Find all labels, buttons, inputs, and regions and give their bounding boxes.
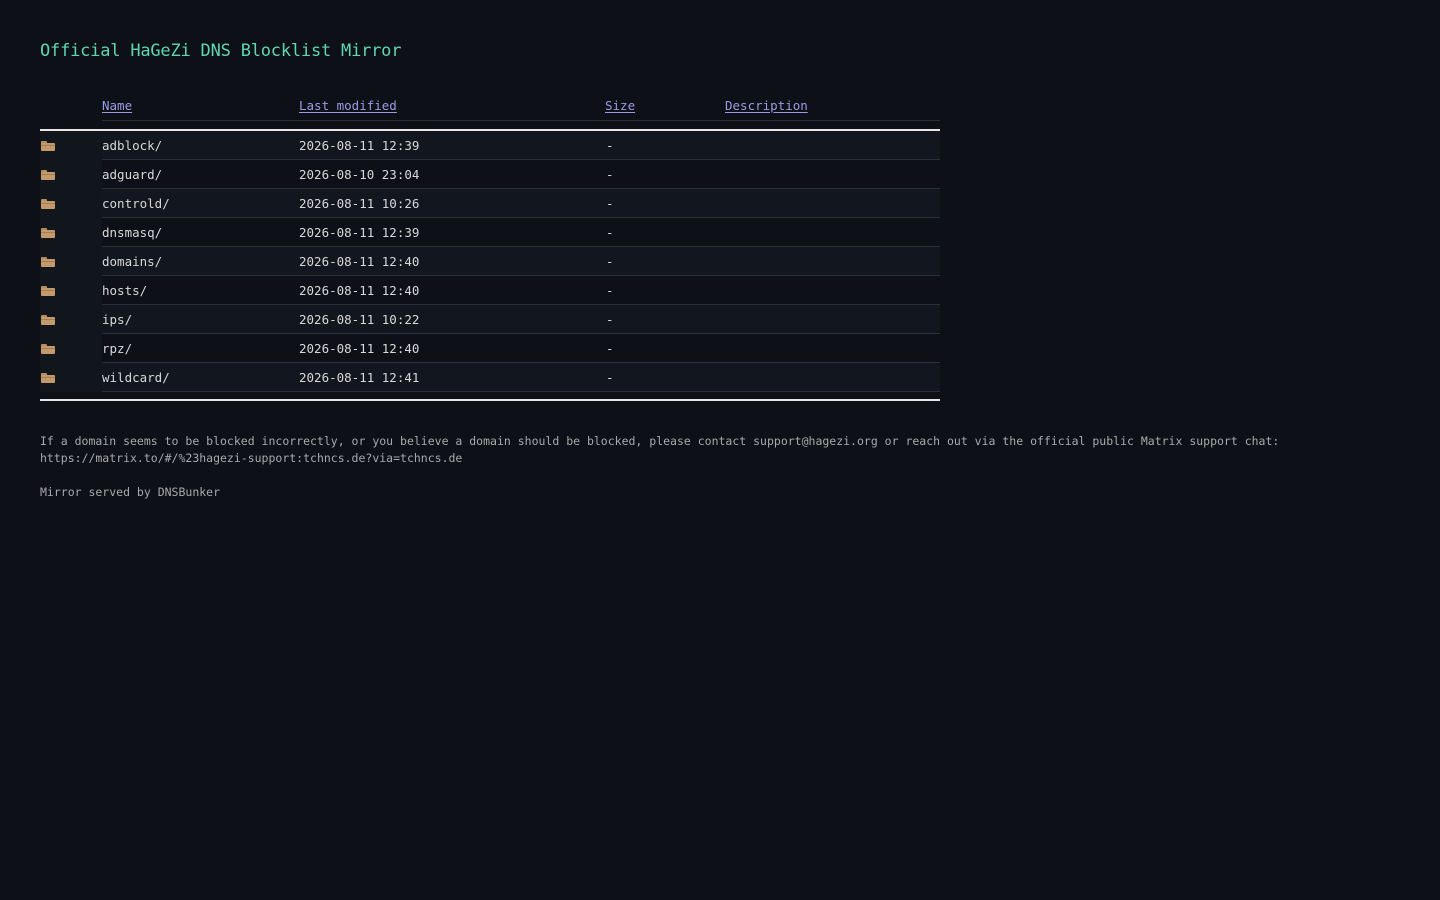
folder-icon[interactable]: [41, 141, 55, 152]
row-size: -: [605, 362, 725, 392]
row-name-cell: adguard/: [102, 159, 299, 189]
row-description: [725, 333, 940, 363]
row-size: -: [605, 130, 725, 160]
table-row: controld/2026-08-11 10:26-: [40, 188, 940, 218]
row-description: [725, 188, 940, 218]
row-last-modified: 2026-08-11 12:41: [299, 362, 605, 392]
sort-by-size-link[interactable]: Size: [605, 98, 635, 113]
header-icon-column: [40, 90, 102, 121]
row-last-modified: 2026-08-11 10:26: [299, 188, 605, 218]
footer-notes: If a domain seems to be blocked incorrec…: [40, 433, 1320, 501]
directory-name-link[interactable]: hosts/: [102, 283, 147, 298]
directory-name-link[interactable]: domains/: [102, 254, 162, 269]
page-wrapper: Official HaGeZi DNS Blocklist Mirror Nam…: [40, 38, 1400, 501]
table-row: rpz/2026-08-11 12:40-: [40, 333, 940, 363]
row-description: [725, 130, 940, 160]
row-last-modified: 2026-08-11 10:22: [299, 304, 605, 334]
sort-by-name-link[interactable]: Name: [102, 98, 132, 113]
table-row: ips/2026-08-11 10:22-: [40, 304, 940, 334]
row-size: -: [605, 246, 725, 276]
folder-icon[interactable]: [41, 315, 55, 325]
row-icon-cell: [40, 188, 102, 218]
folder-icon[interactable]: [41, 286, 55, 296]
directory-name-link[interactable]: rpz/: [102, 341, 132, 356]
row-name-cell: ips/: [102, 304, 299, 334]
header-name: Name: [102, 90, 299, 121]
folder-icon[interactable]: [41, 228, 55, 238]
page-title: Official HaGeZi DNS Blocklist Mirror: [40, 41, 402, 61]
table-row: adblock/2026-08-11 12:39-: [40, 130, 940, 160]
row-name-cell: adblock/: [102, 130, 299, 160]
header-description: Description: [725, 90, 940, 121]
row-name-cell: wildcard/: [102, 362, 299, 392]
row-size: -: [605, 333, 725, 363]
row-name-cell: dnsmasq/: [102, 217, 299, 247]
row-icon-cell: [40, 217, 102, 247]
header-size: Size: [605, 90, 725, 121]
row-size: -: [605, 159, 725, 189]
row-size: -: [605, 217, 725, 247]
row-name-cell: hosts/: [102, 275, 299, 305]
row-description: [725, 159, 940, 189]
folder-icon[interactable]: [41, 373, 55, 383]
row-last-modified: 2026-08-11 12:40: [299, 246, 605, 276]
row-last-modified: 2026-08-10 23:04: [299, 159, 605, 189]
row-size: -: [605, 188, 725, 218]
row-description: [725, 275, 940, 305]
row-icon-cell: [40, 130, 102, 160]
contact-notice: If a domain seems to be blocked incorrec…: [40, 434, 1280, 465]
table-row: dnsmasq/2026-08-11 12:39-: [40, 217, 940, 247]
directory-listing-table: Name Last modified Size Description adbl…: [40, 90, 940, 401]
row-size: -: [605, 275, 725, 305]
row-icon-cell: [40, 246, 102, 276]
row-description: [725, 217, 940, 247]
directory-name-link[interactable]: dnsmasq/: [102, 225, 162, 240]
header-last-modified: Last modified: [299, 90, 605, 121]
table-row: adguard/2026-08-10 23:04-: [40, 159, 940, 189]
row-description: [725, 304, 940, 334]
folder-icon[interactable]: [41, 170, 55, 180]
row-last-modified: 2026-08-11 12:40: [299, 275, 605, 305]
header-separator: [40, 120, 940, 131]
folder-icon[interactable]: [41, 257, 55, 267]
row-name-cell: rpz/: [102, 333, 299, 363]
folder-icon[interactable]: [41, 344, 55, 354]
row-icon-cell: [40, 362, 102, 392]
row-name-cell: controld/: [102, 188, 299, 218]
sort-by-last-modified-link[interactable]: Last modified: [299, 98, 397, 113]
row-icon-cell: [40, 333, 102, 363]
table-end-separator: [40, 391, 940, 401]
folder-icon[interactable]: [41, 199, 55, 209]
directory-name-link[interactable]: adblock/: [102, 138, 162, 153]
directory-name-link[interactable]: wildcard/: [102, 370, 170, 385]
table-row: wildcard/2026-08-11 12:41-: [40, 362, 940, 392]
row-last-modified: 2026-08-11 12:39: [299, 130, 605, 160]
row-last-modified: 2026-08-11 12:40: [299, 333, 605, 363]
directory-name-link[interactable]: ips/: [102, 312, 132, 327]
table-row: domains/2026-08-11 12:40-: [40, 246, 940, 276]
row-size: -: [605, 304, 725, 334]
mirror-credit: Mirror served by DNSBunker: [40, 485, 221, 499]
row-description: [725, 246, 940, 276]
directory-name-link[interactable]: adguard/: [102, 167, 162, 182]
row-description: [725, 362, 940, 392]
row-last-modified: 2026-08-11 12:39: [299, 217, 605, 247]
directory-rows: adblock/2026-08-11 12:39- adguard/2026-08…: [40, 130, 940, 392]
row-name-cell: domains/: [102, 246, 299, 276]
row-icon-cell: [40, 275, 102, 305]
row-icon-cell: [40, 304, 102, 334]
table-row: hosts/2026-08-11 12:40-: [40, 275, 940, 305]
row-icon-cell: [40, 159, 102, 189]
table-header-row: Name Last modified Size Description: [40, 90, 940, 121]
sort-by-description-link[interactable]: Description: [725, 98, 808, 113]
directory-name-link[interactable]: controld/: [102, 196, 170, 211]
